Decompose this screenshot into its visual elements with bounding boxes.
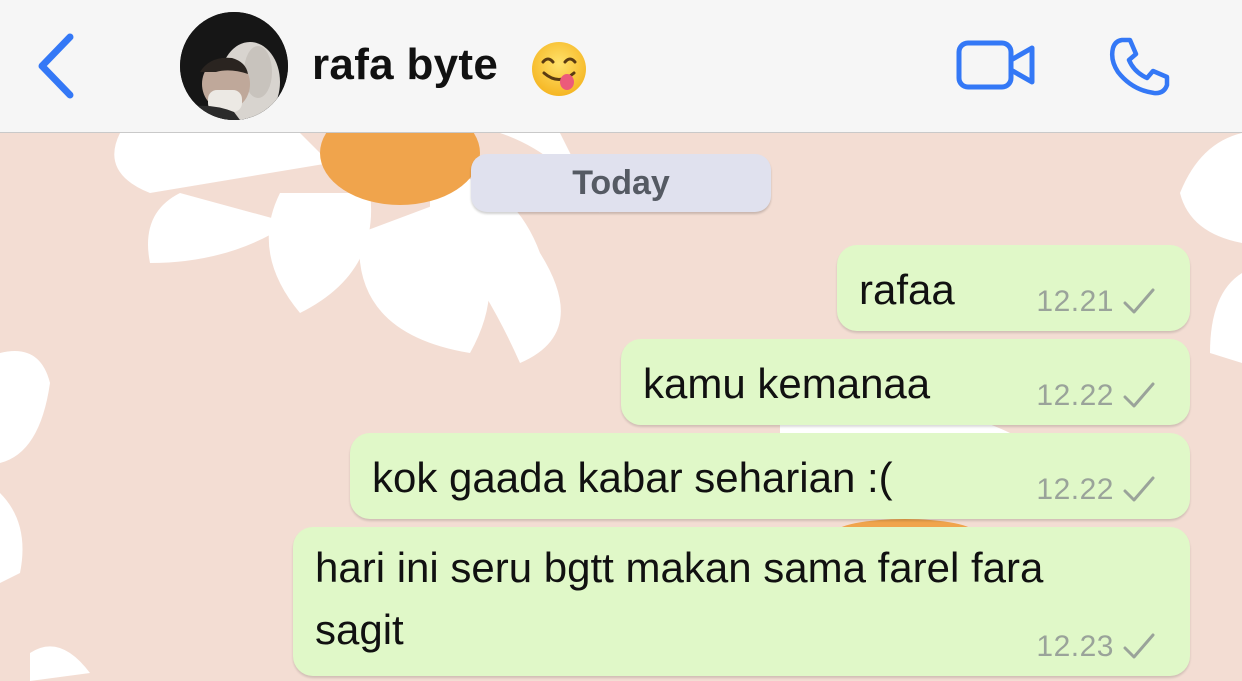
- chat-header: rafa byte: [0, 0, 1242, 133]
- message-meta: 12.21: [1036, 285, 1156, 319]
- date-separator: Today: [471, 154, 771, 212]
- message-meta: 12.22: [1036, 379, 1156, 413]
- single-check-icon: [1123, 288, 1155, 314]
- message-text-line-2: sagit: [315, 606, 404, 653]
- contact-avatar[interactable]: [180, 12, 288, 120]
- chevron-left-icon: [38, 33, 74, 99]
- message-time: 12.22: [1036, 379, 1114, 412]
- back-button[interactable]: [34, 33, 82, 99]
- phone-icon: [1109, 37, 1170, 96]
- single-check-icon: [1123, 633, 1155, 659]
- video-camera-icon: [956, 40, 1035, 90]
- avatar-photo: [180, 12, 288, 120]
- message-bubble[interactable]: hari ini seru bgtt makan sama farel fara…: [293, 527, 1190, 676]
- single-check-icon: [1123, 476, 1155, 502]
- message-bubble[interactable]: rafaa 12.21: [837, 245, 1190, 331]
- contact-name[interactable]: rafa byte: [312, 40, 498, 90]
- voice-call-button[interactable]: [1108, 36, 1172, 98]
- message-text: kamu kemanaa: [643, 360, 931, 407]
- face-savoring-food-icon: [532, 42, 586, 96]
- single-check-icon: [1123, 382, 1155, 408]
- message-bubble[interactable]: kok gaada kabar seharian :( 12.22: [350, 433, 1190, 519]
- message-time: 12.21: [1036, 285, 1114, 318]
- message-meta: 12.23: [1036, 630, 1156, 664]
- video-call-button[interactable]: [956, 38, 1036, 92]
- message-text: kok gaada kabar seharian :(: [372, 454, 893, 501]
- message-bubble[interactable]: kamu kemanaa 12.22: [621, 339, 1190, 425]
- message-text: hari ini seru bgtt makan sama farel fara: [315, 544, 1044, 591]
- message-time: 12.23: [1036, 630, 1114, 663]
- message-time: 12.22: [1036, 473, 1114, 506]
- message-meta: 12.22: [1036, 473, 1156, 507]
- message-text: rafaa: [859, 266, 955, 313]
